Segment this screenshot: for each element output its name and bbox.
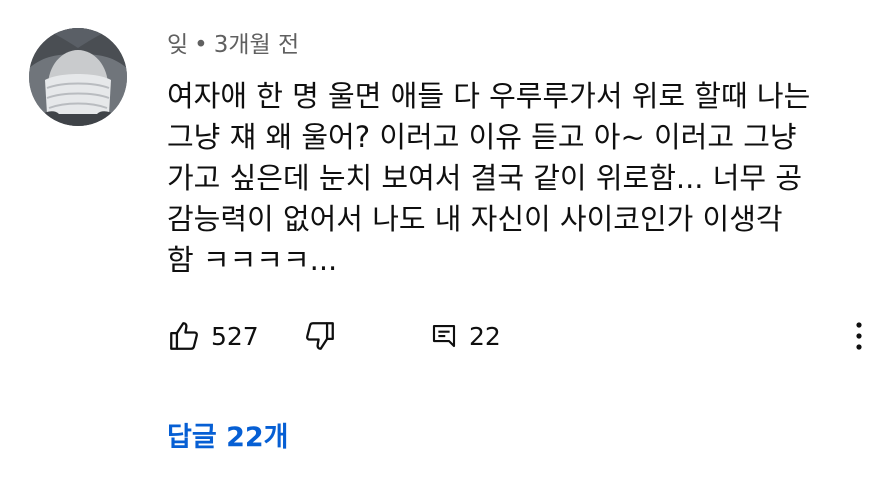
comment-actions: 527 22 <box>167 316 867 356</box>
like-count: 527 <box>211 321 259 351</box>
more-options-button[interactable] <box>849 316 869 356</box>
avatar[interactable] <box>29 28 127 126</box>
view-replies-link[interactable]: 답글 22개 <box>167 418 289 458</box>
comment-icon <box>432 324 456 348</box>
comment: 잊 • 3개월 전 여자애 한 명 울면 애들 다 우루루가서 위로 할때 나는 그… <box>0 0 893 497</box>
dislike-button[interactable] <box>303 316 337 356</box>
reply-count: 22 <box>469 321 501 351</box>
thumbs-down-icon <box>306 322 334 350</box>
avatar-image <box>29 28 127 126</box>
comment-time: 3개월 전 <box>213 32 300 58</box>
more-vertical-icon <box>856 322 862 350</box>
author-name[interactable]: 잊 <box>167 32 188 58</box>
comment-meta: 잊 • 3개월 전 <box>167 28 299 62</box>
comment-text: 여자애 한 명 울면 애들 다 우루루가서 위로 할때 나는 그냥 쟤 왜 울어… <box>167 79 811 277</box>
like-button[interactable]: 527 <box>167 316 259 356</box>
thumbs-up-icon <box>170 322 198 350</box>
meta-separator: • <box>194 32 208 58</box>
reply-button[interactable]: 22 <box>429 316 501 356</box>
